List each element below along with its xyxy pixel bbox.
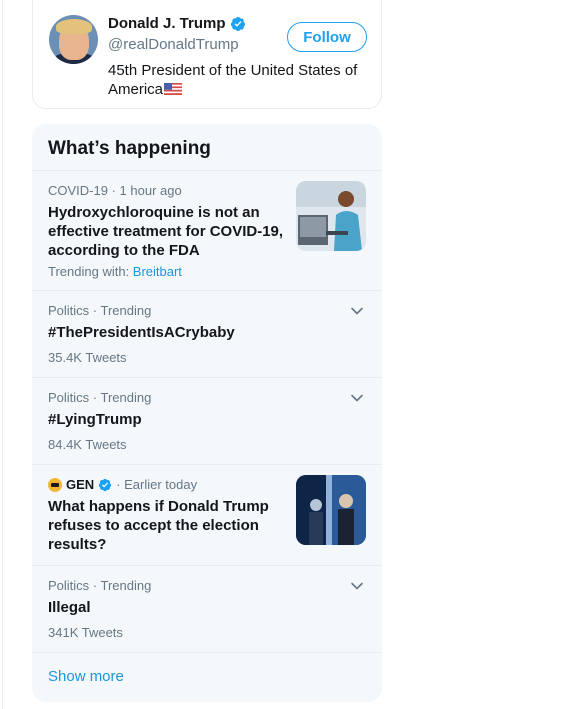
trend-meta: GEN · Earlier today: [48, 477, 197, 492]
trend-headline[interactable]: #ThePresidentIsACrybaby: [48, 323, 235, 342]
divider: [32, 290, 382, 291]
trend-source[interactable]: GEN: [66, 477, 94, 492]
page-divider: [2, 0, 3, 709]
trend-headline[interactable]: What happens if Donald Trump refuses to …: [48, 497, 288, 554]
profile-name[interactable]: Donald J. Trump: [108, 15, 226, 32]
trend-tweet-count: 35.4K Tweets: [48, 350, 127, 365]
divider: [32, 170, 382, 171]
trend-tweet-count: 84.4K Tweets: [48, 437, 127, 452]
profile-handle[interactable]: @realDonaldTrump: [108, 36, 239, 53]
trend-thumbnail-image[interactable]: [296, 475, 366, 545]
trend-headline[interactable]: Hydroxychloroquine is not an effective t…: [48, 203, 286, 260]
trends-title: What’s happening: [48, 138, 211, 159]
profile-bio: 45th President of the United States of A…: [108, 61, 368, 99]
avatar[interactable]: [49, 15, 98, 64]
follow-button[interactable]: Follow: [287, 22, 367, 52]
profile-name-row[interactable]: Donald J. Trump: [108, 15, 246, 32]
trending-with-link[interactable]: Breitbart: [133, 264, 182, 279]
show-more-link[interactable]: Show more: [48, 668, 124, 685]
trend-headline[interactable]: Illegal: [48, 598, 91, 617]
trend-headline[interactable]: #LyingTrump: [48, 410, 142, 429]
divider: [32, 652, 382, 653]
trend-meta: Politics · Trending: [48, 303, 152, 318]
chevron-down-icon[interactable]: [350, 579, 364, 593]
trending-with: Trending with: Breitbart: [48, 264, 182, 279]
profile-card: Donald J. Trump @realDonaldTrump 45th Pr…: [32, 0, 382, 109]
gen-logo-icon: [48, 477, 62, 492]
verified-badge-icon: [230, 16, 245, 31]
trend-time: 1 hour ago: [119, 183, 182, 198]
trend-tweet-count: 341K Tweets: [48, 625, 123, 640]
trend-meta: Politics · Trending: [48, 390, 152, 405]
profile-bio-text: 45th President of the United States of A…: [108, 62, 358, 98]
divider: [32, 464, 382, 465]
chevron-down-icon[interactable]: [350, 391, 364, 405]
trend-thumbnail-image[interactable]: [296, 181, 366, 251]
trend-meta: COVID-19 · 1 hour ago: [48, 183, 182, 198]
trend-time: · Earlier today: [116, 477, 198, 492]
divider: [32, 377, 382, 378]
trending-with-label: Trending with:: [48, 264, 133, 279]
us-flag-icon: [164, 83, 183, 95]
trend-meta: Politics · Trending: [48, 578, 152, 593]
trends-panel: What’s happening COVID-19 · 1 hour ago H…: [32, 124, 382, 702]
meta-separator: ·: [107, 183, 120, 198]
trend-category: COVID-19: [48, 183, 108, 198]
divider: [32, 565, 382, 566]
chevron-down-icon[interactable]: [350, 304, 364, 318]
verified-badge-icon: [99, 478, 112, 491]
